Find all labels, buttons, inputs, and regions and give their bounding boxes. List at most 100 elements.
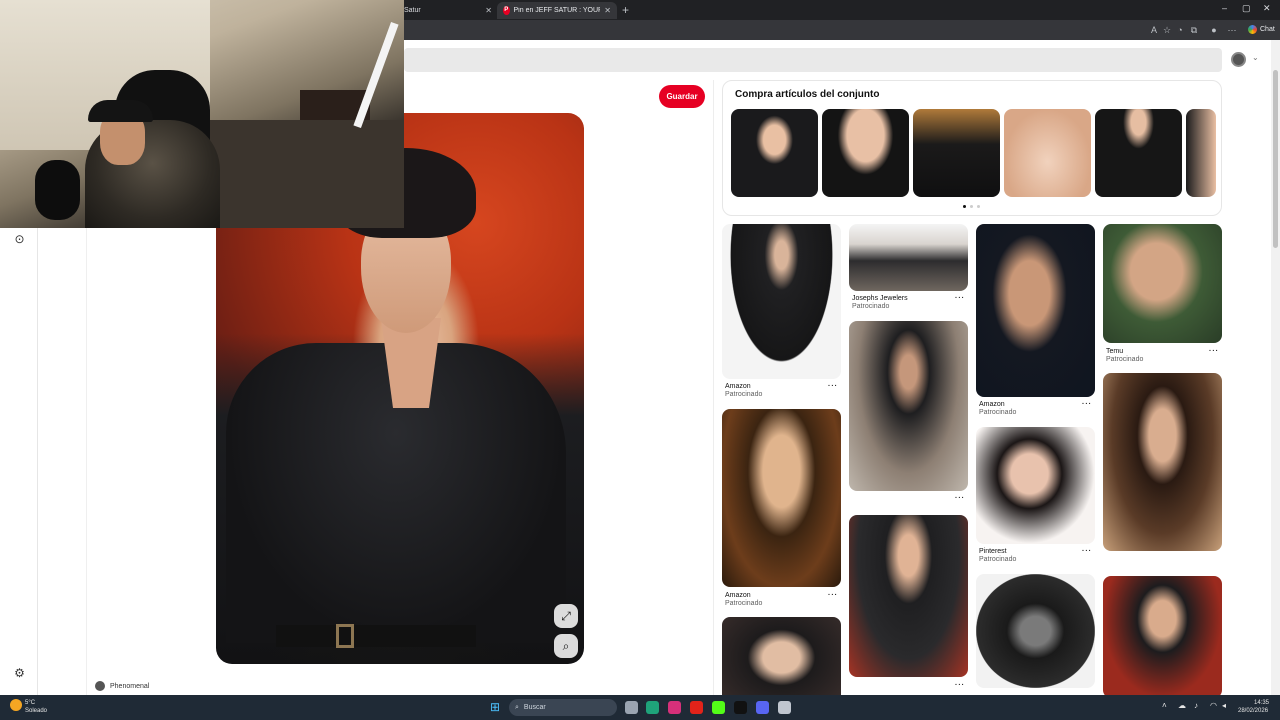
star-icon[interactable]: ☆ bbox=[1161, 24, 1173, 36]
clock-date[interactable]: 28/02/2026 bbox=[1238, 708, 1268, 714]
wifi-icon[interactable]: ◠ bbox=[1210, 701, 1217, 710]
more-options-icon[interactable]: ··· bbox=[1209, 348, 1219, 355]
light-strip-shape bbox=[353, 21, 399, 129]
more-options-icon[interactable]: ··· bbox=[1082, 548, 1092, 555]
expand-icon[interactable]: ⤢ bbox=[554, 604, 578, 628]
avatar bbox=[95, 681, 105, 691]
pin-source: Amazon bbox=[979, 401, 1005, 408]
carousel-dot[interactable] bbox=[963, 205, 966, 208]
shop-item[interactable] bbox=[1186, 109, 1216, 197]
profile-icon[interactable]: ● bbox=[1208, 24, 1220, 36]
shop-item[interactable] bbox=[1095, 109, 1182, 197]
pin-sponsored: Patrocinado bbox=[979, 409, 1017, 416]
pin-sponsored: Patrocinado bbox=[1106, 356, 1144, 363]
tab-pinterest[interactable]: P Pin en JEFF SATUR : YOUR SATURN ✕ bbox=[497, 2, 617, 19]
kick-icon[interactable] bbox=[712, 701, 725, 714]
pin-tile[interactable] bbox=[849, 321, 968, 491]
save-button[interactable]: Guardar bbox=[659, 85, 705, 108]
pin-tile[interactable] bbox=[722, 409, 841, 587]
shop-item[interactable] bbox=[913, 109, 1000, 197]
pin-tile[interactable] bbox=[976, 224, 1095, 397]
shop-item[interactable] bbox=[1004, 109, 1091, 197]
carousel-dot[interactable] bbox=[977, 205, 980, 208]
floor-shape bbox=[200, 120, 404, 228]
search-icon: ⌕ bbox=[515, 703, 519, 711]
pin-source: Amazon bbox=[725, 592, 751, 599]
chat-label: Chat bbox=[1260, 26, 1275, 33]
pin-tile[interactable] bbox=[1103, 576, 1222, 695]
volume-icon[interactable]: ◂ bbox=[1222, 701, 1226, 710]
pin-tile[interactable] bbox=[722, 617, 841, 695]
visual-search-icon[interactable]: ⌕ bbox=[554, 634, 578, 658]
pin-tile[interactable] bbox=[976, 427, 1095, 544]
pin-tile[interactable] bbox=[1103, 224, 1222, 343]
messages-icon[interactable]: ⊙ bbox=[12, 232, 27, 247]
pin-caption[interactable]: Amazon Patrocinado bbox=[979, 401, 1016, 417]
belt-shape bbox=[276, 625, 476, 647]
edge-icon[interactable] bbox=[646, 701, 659, 714]
microphone-icon[interactable]: ♪ bbox=[1194, 701, 1198, 710]
pin-caption[interactable]: Pinterest Patrocinado bbox=[979, 548, 1016, 564]
tiktok-icon[interactable] bbox=[734, 701, 747, 714]
new-tab-button[interactable]: + bbox=[622, 3, 629, 17]
carousel-dot[interactable] bbox=[970, 205, 973, 208]
shop-item[interactable] bbox=[731, 109, 818, 197]
more-options-icon[interactable]: ··· bbox=[828, 592, 838, 599]
pin-sponsored: Patrocinado bbox=[725, 600, 763, 607]
shop-the-look-card: Compra artículos del conjunto bbox=[722, 80, 1222, 216]
instagram-icon[interactable] bbox=[668, 701, 681, 714]
windows-start-icon[interactable]: ⊞ bbox=[490, 701, 502, 713]
pin-caption[interactable]: Temu Patrocinado bbox=[1106, 348, 1143, 364]
carousel-dots[interactable] bbox=[963, 205, 980, 208]
maximize-button[interactable]: ▢ bbox=[1242, 3, 1251, 14]
collections-icon[interactable]: ⧉ bbox=[1188, 24, 1200, 36]
pin-tile[interactable] bbox=[976, 574, 1095, 688]
close-window-button[interactable]: ✕ bbox=[1263, 3, 1271, 14]
pin-author[interactable]: Phenomenal bbox=[95, 681, 149, 691]
discord-icon[interactable] bbox=[756, 701, 769, 714]
pin-tile[interactable] bbox=[849, 224, 968, 291]
pin-tile[interactable] bbox=[849, 515, 968, 677]
pin-caption[interactable]: Amazon Patrocinado bbox=[725, 383, 762, 399]
more-options-icon[interactable]: ··· bbox=[955, 495, 965, 502]
scroll-thumb[interactable] bbox=[1273, 70, 1278, 248]
file-explorer-icon[interactable] bbox=[625, 701, 638, 714]
microphone-shape bbox=[35, 160, 80, 220]
column-divider bbox=[713, 80, 714, 695]
minimize-button[interactable]: – bbox=[1222, 3, 1227, 13]
gear-icon[interactable]: ⚙ bbox=[12, 666, 27, 681]
weather-temp[interactable]: 5°C bbox=[25, 700, 35, 706]
pin-sponsored: Patrocinado bbox=[725, 391, 763, 398]
chat-button[interactable]: Chat bbox=[1244, 23, 1279, 36]
menu-icon[interactable]: ⋯ bbox=[1226, 24, 1238, 36]
pin-tile[interactable] bbox=[1103, 373, 1222, 551]
youtube-icon[interactable] bbox=[690, 701, 703, 714]
pin-caption[interactable]: Amazon Patrocinado bbox=[725, 592, 762, 608]
tab-label: Pin en JEFF SATUR : YOUR SATURN bbox=[513, 7, 601, 14]
more-options-icon[interactable]: ··· bbox=[955, 682, 965, 689]
close-icon[interactable]: ✕ bbox=[485, 6, 492, 15]
search-input[interactable] bbox=[404, 48, 1222, 72]
more-options-icon[interactable]: ··· bbox=[955, 295, 965, 302]
pin-source: Josephs Jewelers bbox=[852, 295, 908, 302]
clock-time[interactable]: 14:35 bbox=[1254, 700, 1269, 706]
notification-icon[interactable]: ◔ bbox=[1174, 24, 1186, 36]
pin-tile[interactable] bbox=[722, 224, 841, 379]
webcam-overlay bbox=[0, 0, 404, 228]
weather-icon[interactable] bbox=[10, 699, 22, 711]
weather-desc[interactable]: Soleado bbox=[25, 708, 47, 714]
cloud-icon[interactable]: ☁ bbox=[1178, 701, 1186, 710]
tab-satur[interactable]: Satur ✕ bbox=[398, 2, 498, 19]
more-options-icon[interactable]: ··· bbox=[828, 383, 838, 390]
more-options-icon[interactable]: ··· bbox=[1082, 401, 1092, 408]
close-icon[interactable]: ✕ bbox=[604, 6, 611, 15]
taskbar-search[interactable]: ⌕ Buscar bbox=[509, 699, 617, 716]
shop-title: Compra artículos del conjunto bbox=[735, 89, 880, 100]
pin-caption[interactable]: Josephs Jewelers Patrocinado bbox=[852, 295, 908, 311]
read-aloud-icon[interactable]: A bbox=[1148, 24, 1160, 36]
chevron-down-icon[interactable]: ⌄ bbox=[1252, 53, 1259, 62]
tray-chevron-icon[interactable]: ˄ bbox=[1162, 701, 1167, 710]
shop-item[interactable] bbox=[822, 109, 909, 197]
settings-app-icon[interactable] bbox=[778, 701, 791, 714]
avatar[interactable] bbox=[1231, 52, 1246, 67]
